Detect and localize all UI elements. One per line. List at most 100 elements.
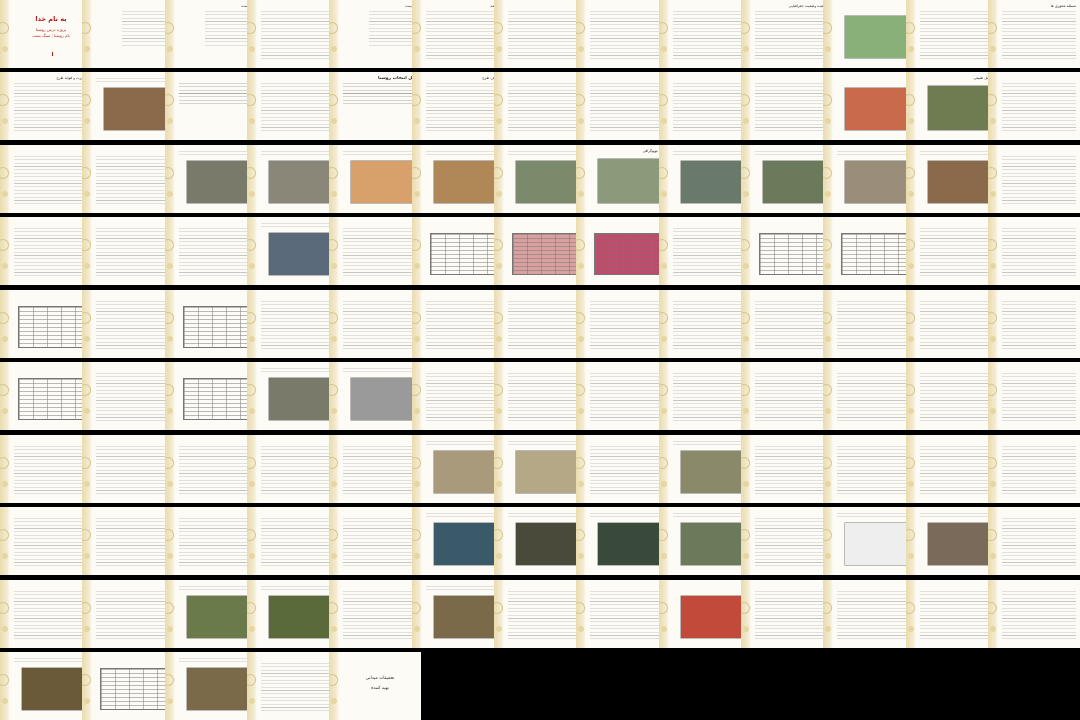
- slide-thumbnail[interactable]: [906, 435, 998, 503]
- slide-thumbnail[interactable]: [988, 145, 1080, 213]
- slide-thumbnail[interactable]: [576, 217, 668, 285]
- slide-thumbnail[interactable]: [247, 217, 339, 285]
- slide-thumbnail[interactable]: [412, 290, 504, 358]
- slide-thumbnail[interactable]: [576, 0, 668, 68]
- slide-thumbnail[interactable]: [412, 435, 504, 503]
- slide-thumbnail[interactable]: [82, 217, 174, 285]
- slide-thumbnail[interactable]: [906, 145, 998, 213]
- slide-thumbnail[interactable]: [0, 145, 92, 213]
- slide-thumbnail[interactable]: [741, 72, 833, 140]
- slide-thumbnail[interactable]: [0, 507, 92, 575]
- slide-thumbnail[interactable]: [329, 435, 421, 503]
- slide-thumbnail[interactable]: [494, 217, 586, 285]
- slide-thumbnail[interactable]: [741, 217, 833, 285]
- slide-thumbnail[interactable]: به نام خدا پروژه درس روستا نام روستا : سنگ…: [0, 0, 92, 68]
- slide-thumbnail[interactable]: [165, 580, 257, 648]
- slide-thumbnail[interactable]: فهرست: [329, 0, 421, 68]
- slide-thumbnail[interactable]: [823, 580, 915, 648]
- slide-thumbnail[interactable]: [906, 290, 998, 358]
- slide-thumbnail[interactable]: [741, 435, 833, 503]
- slide-thumbnail[interactable]: [494, 290, 586, 358]
- slide-thumbnail[interactable]: [494, 362, 586, 430]
- slide-thumbnail[interactable]: [576, 362, 668, 430]
- slide-thumbnail[interactable]: [741, 507, 833, 575]
- slide-thumbnail[interactable]: [823, 0, 915, 68]
- slide-thumbnail[interactable]: [494, 145, 586, 213]
- slide-thumbnail[interactable]: [247, 435, 339, 503]
- slide-thumbnail[interactable]: [165, 507, 257, 575]
- slide-thumbnail[interactable]: [823, 362, 915, 430]
- slide-thumbnail[interactable]: [494, 435, 586, 503]
- slide-thumbnail[interactable]: [823, 72, 915, 140]
- slide-thumbnail[interactable]: [329, 507, 421, 575]
- slide-thumbnail[interactable]: [82, 507, 174, 575]
- slide-thumbnail[interactable]: [82, 290, 174, 358]
- slide-thumbnail[interactable]: [988, 217, 1080, 285]
- slide-thumbnail[interactable]: [165, 72, 257, 140]
- slide-thumbnail[interactable]: [0, 580, 92, 648]
- slide-thumbnail[interactable]: [165, 652, 257, 720]
- slide-thumbnail[interactable]: [82, 72, 174, 140]
- slide-thumbnail[interactable]: تحقیقات میدانی تهیه کننده: [329, 652, 421, 720]
- slide-thumbnail[interactable]: [329, 362, 421, 430]
- slide-thumbnail[interactable]: [988, 290, 1080, 358]
- slide-thumbnail[interactable]: [165, 435, 257, 503]
- slide-thumbnail[interactable]: [741, 580, 833, 648]
- slide-thumbnail[interactable]: فهرست: [165, 0, 257, 68]
- slide-thumbnail[interactable]: [659, 217, 751, 285]
- slide-thumbnail[interactable]: [659, 145, 751, 213]
- slide-thumbnail[interactable]: [988, 435, 1080, 503]
- slide-thumbnail[interactable]: [741, 290, 833, 358]
- slide-thumbnail[interactable]: [247, 507, 339, 575]
- slide-thumbnail[interactable]: [0, 652, 92, 720]
- slide-thumbnail[interactable]: [82, 0, 174, 68]
- slide-thumbnail[interactable]: [0, 217, 92, 285]
- slide-thumbnail[interactable]: [906, 507, 998, 575]
- slide-thumbnail[interactable]: [659, 0, 751, 68]
- slide-thumbnail[interactable]: [247, 72, 339, 140]
- slide-thumbnail[interactable]: [247, 362, 339, 430]
- slide-thumbnail[interactable]: [165, 217, 257, 285]
- slide-thumbnail[interactable]: [494, 580, 586, 648]
- slide-thumbnail[interactable]: عوامل طبیعی: [906, 72, 998, 140]
- slide-thumbnail[interactable]: [329, 217, 421, 285]
- slide-thumbnail[interactable]: [823, 290, 915, 358]
- slide-thumbnail[interactable]: [412, 145, 504, 213]
- slide-thumbnail[interactable]: [659, 72, 751, 140]
- slide-thumbnail[interactable]: [494, 0, 586, 68]
- slide-thumbnail[interactable]: موقعیت وضعیت جغرافیایی: [741, 0, 833, 68]
- slide-thumbnail[interactable]: ۳-۱ توپوگرافی: [576, 145, 668, 213]
- slide-thumbnail[interactable]: [906, 580, 998, 648]
- slide-thumbnail[interactable]: [576, 290, 668, 358]
- slide-thumbnail[interactable]: [494, 507, 586, 575]
- slide-thumbnail[interactable]: ضرورت و فواید طرح: [0, 72, 92, 140]
- slide-thumbnail[interactable]: [576, 435, 668, 503]
- slide-thumbnail[interactable]: [329, 290, 421, 358]
- slide-thumbnail[interactable]: [165, 145, 257, 213]
- slide-thumbnail[interactable]: [82, 362, 174, 430]
- slide-thumbnail[interactable]: [741, 362, 833, 430]
- slide-thumbnail[interactable]: [659, 290, 751, 358]
- slide-thumbnail[interactable]: [823, 145, 915, 213]
- slide-thumbnail[interactable]: [329, 145, 421, 213]
- slide-thumbnail[interactable]: علل انتخاب روستا: [329, 72, 421, 140]
- slide-thumbnail[interactable]: [988, 362, 1080, 430]
- slide-thumbnail[interactable]: [823, 507, 915, 575]
- slide-thumbnail[interactable]: [247, 652, 339, 720]
- slide-thumbnail[interactable]: [0, 290, 92, 358]
- slide-thumbnail[interactable]: [165, 290, 257, 358]
- slide-thumbnail[interactable]: [412, 362, 504, 430]
- slide-thumbnail[interactable]: [741, 145, 833, 213]
- slide-thumbnail[interactable]: مقدمه: [412, 0, 504, 68]
- slide-thumbnail[interactable]: [247, 580, 339, 648]
- slide-thumbnail[interactable]: [82, 435, 174, 503]
- slide-thumbnail[interactable]: [247, 0, 339, 68]
- slide-thumbnail[interactable]: [82, 145, 174, 213]
- slide-thumbnail[interactable]: [412, 507, 504, 575]
- slide-thumbnail[interactable]: [82, 580, 174, 648]
- slide-thumbnail[interactable]: [0, 435, 92, 503]
- slide-thumbnail[interactable]: [823, 435, 915, 503]
- slide-thumbnail[interactable]: اهداف طرح: [412, 72, 504, 140]
- slide-thumbnail[interactable]: [0, 362, 92, 430]
- slide-thumbnail[interactable]: [988, 507, 1080, 575]
